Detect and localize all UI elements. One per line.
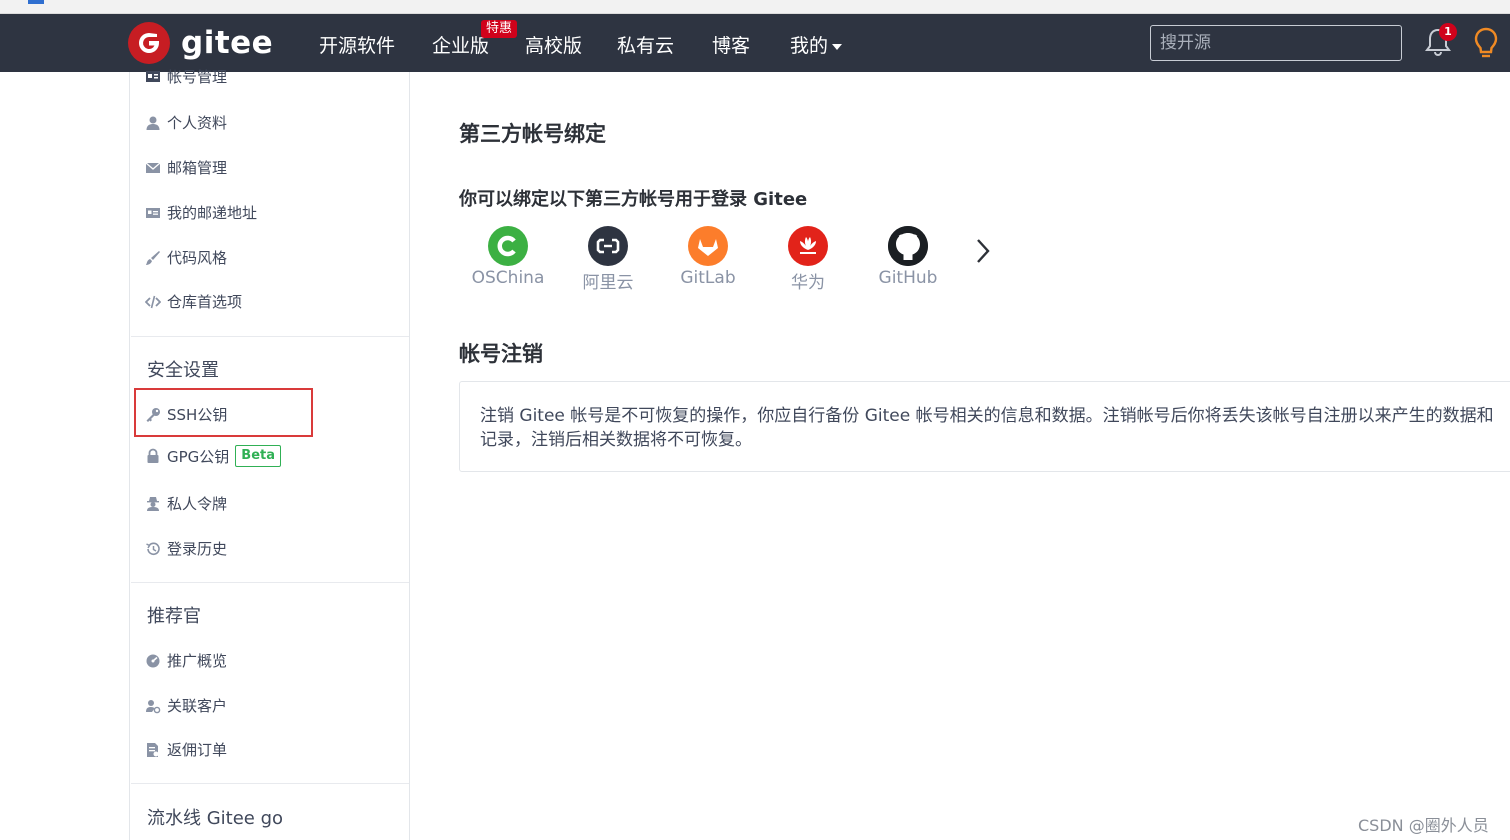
sidebar-item-promotion-overview[interactable]: 推广概览 bbox=[145, 650, 227, 671]
sidebar-divider bbox=[131, 336, 409, 337]
sidebar-item-profile[interactable]: 个人资料 bbox=[145, 112, 227, 133]
sidebar-item-private-token[interactable]: 私人令牌 bbox=[145, 493, 227, 514]
browser-tab-mark bbox=[28, 0, 44, 4]
sidebar-item-label: 返佣订单 bbox=[167, 741, 228, 759]
github-icon bbox=[888, 226, 928, 266]
nav-mine-dropdown[interactable]: 我的 bbox=[790, 31, 843, 58]
provider-github[interactable]: GitHub bbox=[863, 226, 953, 288]
code-icon bbox=[145, 295, 161, 308]
lock-icon bbox=[147, 448, 159, 463]
provider-label: 阿里云 bbox=[582, 273, 634, 293]
provider-label: OSChina bbox=[471, 268, 545, 288]
nav-education[interactable]: 高校版 bbox=[525, 31, 582, 58]
account-cancel-notice: 注销 Gitee 帐号是不可恢复的操作，你应自行备份 Gitee 帐号相关的信息… bbox=[459, 381, 1510, 472]
chevron-right-icon[interactable] bbox=[972, 235, 994, 267]
provider-label: GitHub bbox=[878, 268, 938, 288]
sidebar-divider bbox=[131, 582, 409, 583]
sidebar-header-pipeline[interactable]: 流水线 Gitee go bbox=[147, 804, 283, 830]
sidebar-item-label: 推广概览 bbox=[167, 652, 228, 670]
sidebar-item-label: 登录历史 bbox=[167, 540, 228, 558]
oschina-icon bbox=[488, 226, 528, 266]
sidebar-item-gpg-keys[interactable]: GPG公钥 Beta bbox=[145, 445, 282, 467]
envelope-icon bbox=[145, 162, 161, 173]
search-input[interactable] bbox=[1150, 25, 1402, 61]
file-invoice-icon bbox=[147, 742, 159, 757]
sidebar-item-commission-orders[interactable]: 返佣订单 bbox=[145, 739, 227, 760]
sidebar-item-label: 邮箱管理 bbox=[167, 159, 228, 177]
ssh-highlight-box bbox=[134, 388, 313, 437]
gitee-logo-icon bbox=[128, 22, 170, 64]
sidebar-header-referral: 推荐官 bbox=[147, 606, 201, 627]
gitee-logo-text: gitee bbox=[181, 25, 274, 61]
sidebar-item-linked-customers[interactable]: 关联客户 bbox=[145, 695, 227, 716]
sidebar-item-address[interactable]: 我的邮递地址 bbox=[145, 202, 257, 223]
nav-open-source[interactable]: 开源软件 bbox=[319, 31, 395, 58]
nav-blog[interactable]: 博客 bbox=[712, 31, 750, 58]
sidebar-item-login-history[interactable]: 登录历史 bbox=[145, 538, 227, 559]
enterprise-promo-badge: 特惠 bbox=[481, 20, 518, 38]
sidebar-item-email[interactable]: 邮箱管理 bbox=[145, 157, 227, 178]
account-cancel-title: 帐号注销 bbox=[459, 342, 543, 366]
user-icon bbox=[146, 116, 160, 130]
browser-top-strip bbox=[0, 0, 1510, 14]
user-link-icon bbox=[146, 699, 161, 713]
notification-count-badge: 1 bbox=[1439, 23, 1457, 41]
account-cancel-text: 注销 Gitee 帐号是不可恢复的操作，你应自行备份 Gitee 帐号相关的信息… bbox=[480, 406, 1494, 450]
nav-mine-label: 我的 bbox=[790, 35, 829, 57]
sidebar-item-label: 个人资料 bbox=[167, 114, 228, 132]
third-party-binding-title: 第三方帐号绑定 bbox=[459, 122, 606, 146]
gitee-logo[interactable]: gitee bbox=[128, 22, 273, 64]
sidebar-item-label: GPG公钥 bbox=[167, 447, 230, 466]
sidebar-item-label: 关联客户 bbox=[167, 697, 228, 715]
id-card-icon bbox=[146, 70, 160, 82]
sidebar-item-code-style[interactable]: 代码风格 bbox=[145, 247, 227, 268]
aliyun-icon bbox=[588, 226, 628, 266]
provider-huawei[interactable]: 华为 bbox=[763, 226, 853, 293]
sidebar-item-label: 代码风格 bbox=[167, 249, 228, 267]
sidebar-header-account: 帐号管理 bbox=[145, 66, 227, 87]
nav-private-cloud[interactable]: 私有云 bbox=[617, 31, 674, 58]
sidebar-divider bbox=[131, 783, 409, 784]
settings-sidebar: 帐号管理 个人资料 邮箱管理 我的邮递地址 代码风格 仓库首选项 安全设置 SS… bbox=[129, 68, 410, 840]
user-secret-icon bbox=[147, 496, 159, 511]
top-navbar: gitee 开源软件 企业版 特惠 高校版 私有云 博客 我的 1 bbox=[0, 14, 1510, 72]
third-party-binding-subtitle: 你可以绑定以下第三方帐号用于登录 Gitee bbox=[459, 189, 808, 210]
provider-aliyun[interactable]: 阿里云 bbox=[563, 226, 653, 293]
sidebar-item-label: 我的邮递地址 bbox=[167, 204, 258, 222]
huawei-icon bbox=[788, 226, 828, 266]
gitlab-icon bbox=[688, 226, 728, 266]
csdn-watermark: CSDN @圈外人员 bbox=[1358, 816, 1489, 835]
sidebar-header-security: 安全设置 bbox=[147, 360, 219, 381]
sidebar-item-repo-preferences[interactable]: 仓库首选项 bbox=[145, 291, 242, 312]
provider-label: GitLab bbox=[680, 268, 736, 288]
dashboard-icon bbox=[146, 654, 160, 667]
sidebar-header-label: 帐号管理 bbox=[167, 68, 228, 86]
sidebar-item-label: 私人令牌 bbox=[167, 495, 228, 513]
provider-label: 华为 bbox=[791, 273, 825, 293]
lightbulb-icon[interactable] bbox=[1472, 26, 1500, 60]
chevron-down-icon bbox=[832, 43, 843, 50]
provider-gitlab[interactable]: GitLab bbox=[663, 226, 753, 288]
history-icon bbox=[146, 542, 160, 555]
sidebar-item-label: 仓库首选项 bbox=[167, 293, 243, 311]
provider-oschina[interactable]: OSChina bbox=[463, 226, 553, 288]
beta-badge: Beta bbox=[235, 445, 282, 467]
address-card-icon bbox=[146, 207, 160, 218]
brush-icon bbox=[146, 250, 160, 265]
